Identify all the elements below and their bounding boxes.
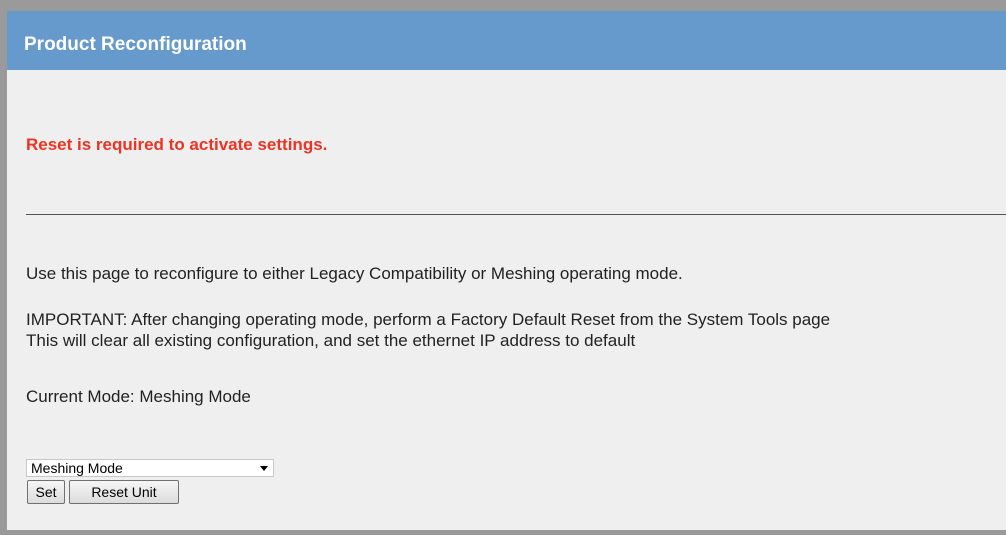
- reset-required-notice: Reset is required to activate settings.: [26, 135, 328, 154]
- page-title: Product Reconfiguration: [24, 34, 247, 55]
- set-button[interactable]: Set: [27, 480, 65, 504]
- mode-select-value: Meshing Mode: [31, 460, 123, 476]
- chevron-down-icon: [260, 466, 268, 471]
- intro-text: Use this page to reconfigure to either L…: [26, 264, 683, 283]
- page-header: Product Reconfiguration: [7, 11, 1006, 70]
- important-text: IMPORTANT: After changing operating mode…: [26, 310, 831, 329]
- reset-unit-button[interactable]: Reset Unit: [69, 480, 179, 504]
- important-detail-text: This will clear all existing configurati…: [26, 331, 636, 350]
- divider: [26, 214, 1006, 215]
- content-panel: Product Reconfiguration Reset is require…: [7, 11, 1006, 530]
- current-mode-text: Current Mode: Meshing Mode: [26, 387, 251, 406]
- mode-select[interactable]: Meshing Mode: [26, 459, 274, 477]
